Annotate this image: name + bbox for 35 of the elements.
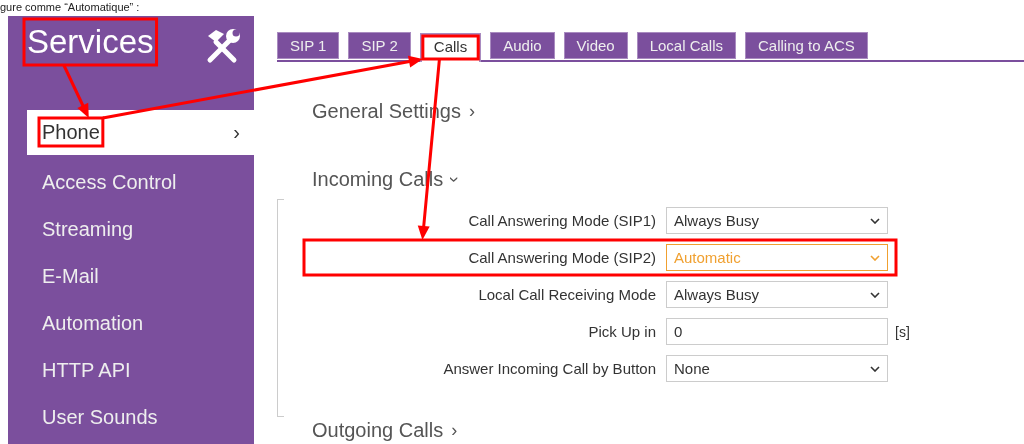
chevron-text: ›: [233, 121, 241, 144]
annotation-arrow: [62, 64, 89, 118]
field-label: Call Answering Mode (SIP2): [467, 249, 657, 266]
field-label: Answer Incoming Call by Button: [442, 360, 657, 377]
sidebar-item[interactable]: Phone: [27, 110, 234, 155]
tab[interactable]: SIP 1: [277, 32, 340, 59]
caret-icon: [870, 217, 880, 224]
chevron-text[interactable]: ›: [451, 419, 458, 441]
tab[interactable]: Calling to ACS: [745, 32, 868, 59]
chevron-text[interactable]: ›: [443, 176, 465, 182]
sidebar-item[interactable]: E-Mail: [8, 253, 254, 300]
field-label: Call Answering Mode (SIP1): [467, 212, 657, 229]
caret-icon: [870, 365, 880, 372]
input-field[interactable]: 0: [666, 318, 888, 345]
tab[interactable]: Audio: [490, 32, 555, 59]
tab[interactable]: SIP 2: [348, 32, 411, 59]
sidebar-item[interactable]: HTTP API: [8, 347, 254, 394]
sidebar-title: Services: [27, 22, 154, 62]
section-title[interactable]: Outgoing Calls: [312, 418, 444, 442]
field-label: Pick Up in: [587, 323, 657, 340]
dropdown[interactable]: Always Busy: [666, 281, 888, 308]
sidebar-item[interactable]: Automation: [8, 300, 254, 347]
caret-icon: [870, 291, 880, 298]
tab[interactable]: Video: [563, 32, 628, 59]
caption-text: gure comme “Automatique” :: [0, 1, 140, 14]
chevron-text[interactable]: ›: [469, 100, 475, 122]
dropdown[interactable]: None: [666, 355, 888, 382]
sidebar-item[interactable]: Access Control: [8, 159, 254, 206]
sidebar-item[interactable]: Streaming: [8, 206, 254, 253]
sidebar-item[interactable]: User Sounds: [8, 394, 254, 441]
field-label: Local Call Receiving Mode: [477, 286, 657, 303]
tab[interactable]: Local Calls: [636, 32, 737, 59]
unit-label: [s]: [895, 323, 910, 340]
caret-icon: [870, 254, 880, 261]
dropdown[interactable]: Always Busy: [666, 207, 888, 234]
